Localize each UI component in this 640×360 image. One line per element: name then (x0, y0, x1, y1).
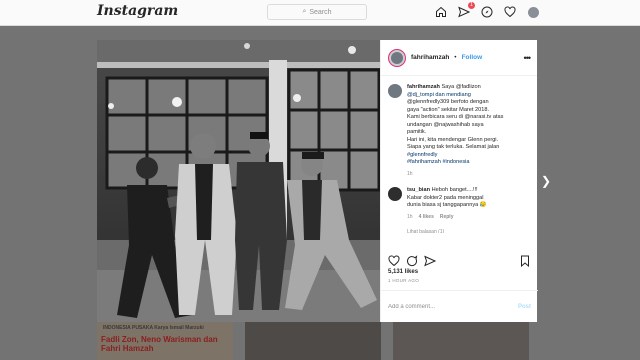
caption-line: @glennfredly309 berfoto dengan (407, 99, 489, 106)
avatar (527, 6, 539, 18)
nav-icons: 1 (434, 2, 540, 19)
post-side-panel: fahrihamzah • Follow ••• fahrihamzah Say… (380, 40, 538, 322)
tile-subheading: Fadli Zon, Neno Warisman dan Fahri Hamza… (101, 335, 218, 353)
comment-line: dunia biasa sj tanggapannya 😥 (407, 202, 487, 209)
comment-time: 1h (407, 213, 413, 220)
comment-meta: 1h 4 likes Reply (407, 214, 531, 220)
post-caption: fahrihamzah Saya @fadlizon @dj_tompi dan… (407, 84, 503, 167)
search-box[interactable]: ⌕ Search (267, 4, 367, 20)
caption-line: gaya "action" sekitar Maret 2018. (407, 106, 490, 113)
top-navigation-bar: Instagram ⌕ Search 1 (0, 0, 640, 26)
separator-dot: • (454, 54, 457, 61)
caption-line: Kami berbicara seru di @narasi.tv atas (407, 114, 504, 121)
profile-avatar[interactable] (526, 5, 540, 19)
comment-likes[interactable]: 4 likes (419, 214, 434, 220)
view-replies-link[interactable]: Lihat balasan (1) (407, 229, 531, 233)
hashtag-link[interactable]: #fahrihamzah #indonesia (407, 159, 503, 167)
comment-input[interactable] (388, 303, 518, 310)
caption-time: 1h (407, 171, 413, 178)
likes-count[interactable]: 5,131 likes (388, 269, 418, 275)
post-username[interactable]: fahrihamzah (411, 54, 449, 61)
comment-line: Heboh banget....!!! (431, 187, 478, 194)
post-photo-image (97, 40, 380, 322)
avatar[interactable] (388, 187, 402, 202)
feed-tile[interactable] (245, 322, 381, 360)
avatar[interactable] (388, 84, 402, 98)
more-options-icon[interactable]: ••• (524, 53, 532, 63)
post-timestamp: 1 HOUR AGO (388, 278, 420, 283)
hashtag-link[interactable]: #glennfredly (407, 152, 503, 160)
comment-line: Kabar dokter2 pada meninggal (407, 194, 484, 201)
caption-line: Saya @fadlizon (441, 84, 481, 90)
caption-line: undangan @najwashihab saya (407, 121, 484, 128)
post-comment-button[interactable]: Post (518, 304, 531, 310)
caption-line: Hari ini, kita mendengar Glenn pergi. (407, 136, 499, 143)
instagram-logo[interactable]: Instagram (97, 3, 178, 19)
comment-item: tsu_bian Heboh banget....!!! Kabar dokte… (388, 187, 531, 210)
heart-icon[interactable] (503, 5, 517, 19)
avatar-image (391, 51, 403, 64)
notification-badge: 1 (468, 2, 475, 9)
paper-plane-icon[interactable]: 1 (457, 2, 475, 19)
avatar[interactable] (388, 48, 406, 67)
tile-heading: INDONESIA PUSAKA Karya Ismail Marzuki (103, 325, 204, 331)
follow-button[interactable]: Follow (462, 54, 483, 61)
share-plane-icon[interactable] (424, 254, 437, 272)
compass-icon[interactable] (480, 5, 494, 19)
post-photo[interactable] (97, 40, 380, 322)
chevron-right-icon[interactable]: ❯ (540, 174, 552, 188)
post-header: fahrihamzah • Follow ••• (381, 40, 537, 76)
feed-tile[interactable]: INDONESIA PUSAKA Karya Ismail Marzuki Fa… (97, 322, 233, 360)
search-icon: ⌕ (302, 8, 307, 15)
bookmark-icon[interactable] (519, 254, 531, 272)
caption-line: Siapa yang tak terluka. Selamat jalan (407, 144, 500, 151)
background-feed-tiles: INDONESIA PUSAKA Karya Ismail Marzuki Fa… (97, 322, 537, 360)
comment-text: tsu_bian Heboh banget....!!! Kabar dokte… (407, 187, 487, 210)
search-placeholder: Search (309, 8, 332, 16)
comment-username[interactable]: tsu_bian (407, 187, 430, 193)
feed-tile[interactable] (393, 322, 529, 360)
caption-row: fahrihamzah Saya @fadlizon @dj_tompi dan… (388, 84, 531, 167)
caption-username[interactable]: fahrihamzah (407, 84, 440, 90)
post-modal: fahrihamzah • Follow ••• fahrihamzah Say… (97, 40, 538, 322)
add-comment-bar: Post (381, 290, 538, 322)
home-icon[interactable] (434, 5, 448, 19)
caption-line[interactable]: @dj_tompi dan mendiang (407, 92, 503, 100)
caption-line: pamitik. (407, 129, 427, 136)
reply-button[interactable]: Reply (440, 214, 454, 220)
